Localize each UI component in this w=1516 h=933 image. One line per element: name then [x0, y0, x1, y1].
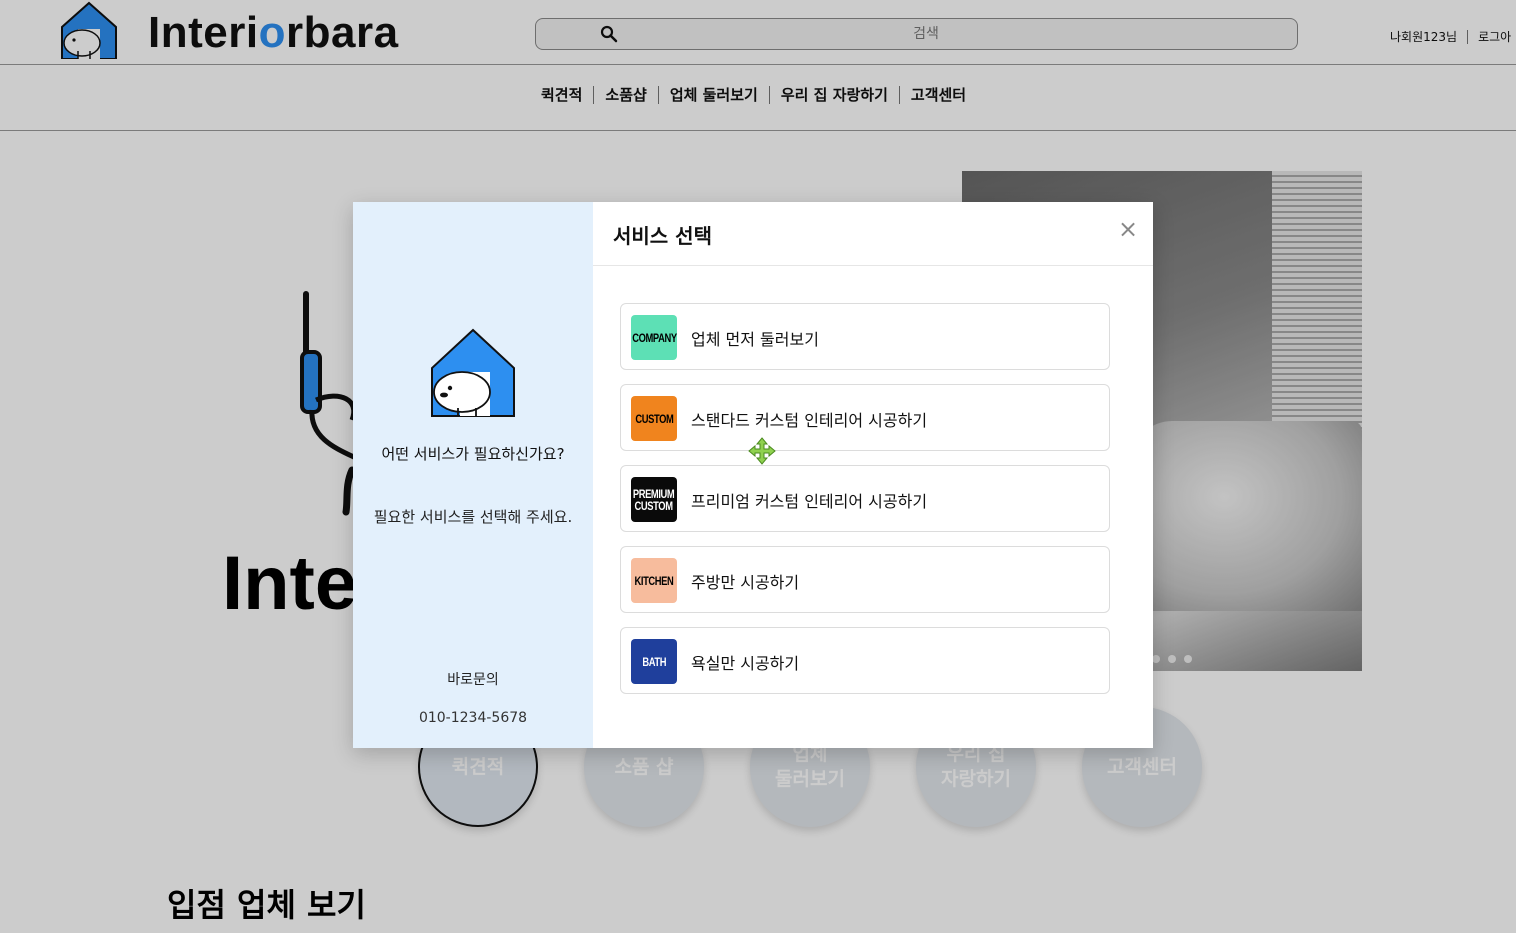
- close-button[interactable]: ×: [1115, 216, 1141, 242]
- service-options: COMPANY 업체 먼저 둘러보기 CUSTOM 스탠다드 커스텀 인테리어 …: [620, 303, 1110, 708]
- option-label: 욕실만 시공하기: [691, 654, 800, 673]
- service-select-modal: 어떤 서비스가 필요하신가요? 필요한 서비스를 선택해 주세요. 바로문의 0…: [353, 202, 1153, 748]
- premium-custom-badge-icon: PREMIUM CUSTOM: [631, 477, 677, 522]
- option-premium-custom[interactable]: PREMIUM CUSTOM 프리미엄 커스텀 인테리어 시공하기: [620, 465, 1110, 532]
- bath-badge-icon: BATH: [631, 639, 677, 684]
- contact-phone[interactable]: 010-1234-5678: [353, 710, 593, 726]
- contact-label: 바로문의: [447, 672, 499, 688]
- option-kitchen[interactable]: KITCHEN 주방만 시공하기: [620, 546, 1110, 613]
- capybara-house-logo-icon: [431, 328, 515, 417]
- option-label: 프리미엄 커스텀 인테리어 시공하기: [691, 492, 928, 511]
- option-browse-companies[interactable]: COMPANY 업체 먼저 둘러보기: [620, 303, 1110, 370]
- modal-title: 서비스 선택: [613, 224, 712, 248]
- kitchen-badge-icon: KITCHEN: [631, 558, 677, 603]
- custom-badge-icon: CUSTOM: [631, 396, 677, 441]
- modal-sidebar: 어떤 서비스가 필요하신가요? 필요한 서비스를 선택해 주세요. 바로문의 0…: [353, 202, 593, 748]
- option-standard-custom[interactable]: CUSTOM 스탠다드 커스텀 인테리어 시공하기: [620, 384, 1110, 451]
- option-label: 스탠다드 커스텀 인테리어 시공하기: [691, 411, 928, 430]
- company-badge-icon: COMPANY: [631, 315, 677, 360]
- modal-header: 서비스 선택 ×: [593, 202, 1153, 266]
- option-label: 업체 먼저 둘러보기: [691, 330, 819, 349]
- modal-question: 어떤 서비스가 필요하신가요?: [381, 445, 565, 463]
- modal-content: 서비스 선택 × COMPANY 업체 먼저 둘러보기 CUSTOM 스탠다드 …: [593, 202, 1153, 748]
- option-label: 주방만 시공하기: [691, 573, 800, 592]
- option-bath[interactable]: BATH 욕실만 시공하기: [620, 627, 1110, 694]
- modal-instruction: 필요한 서비스를 선택해 주세요.: [373, 508, 573, 526]
- move-cursor-icon: [748, 437, 776, 465]
